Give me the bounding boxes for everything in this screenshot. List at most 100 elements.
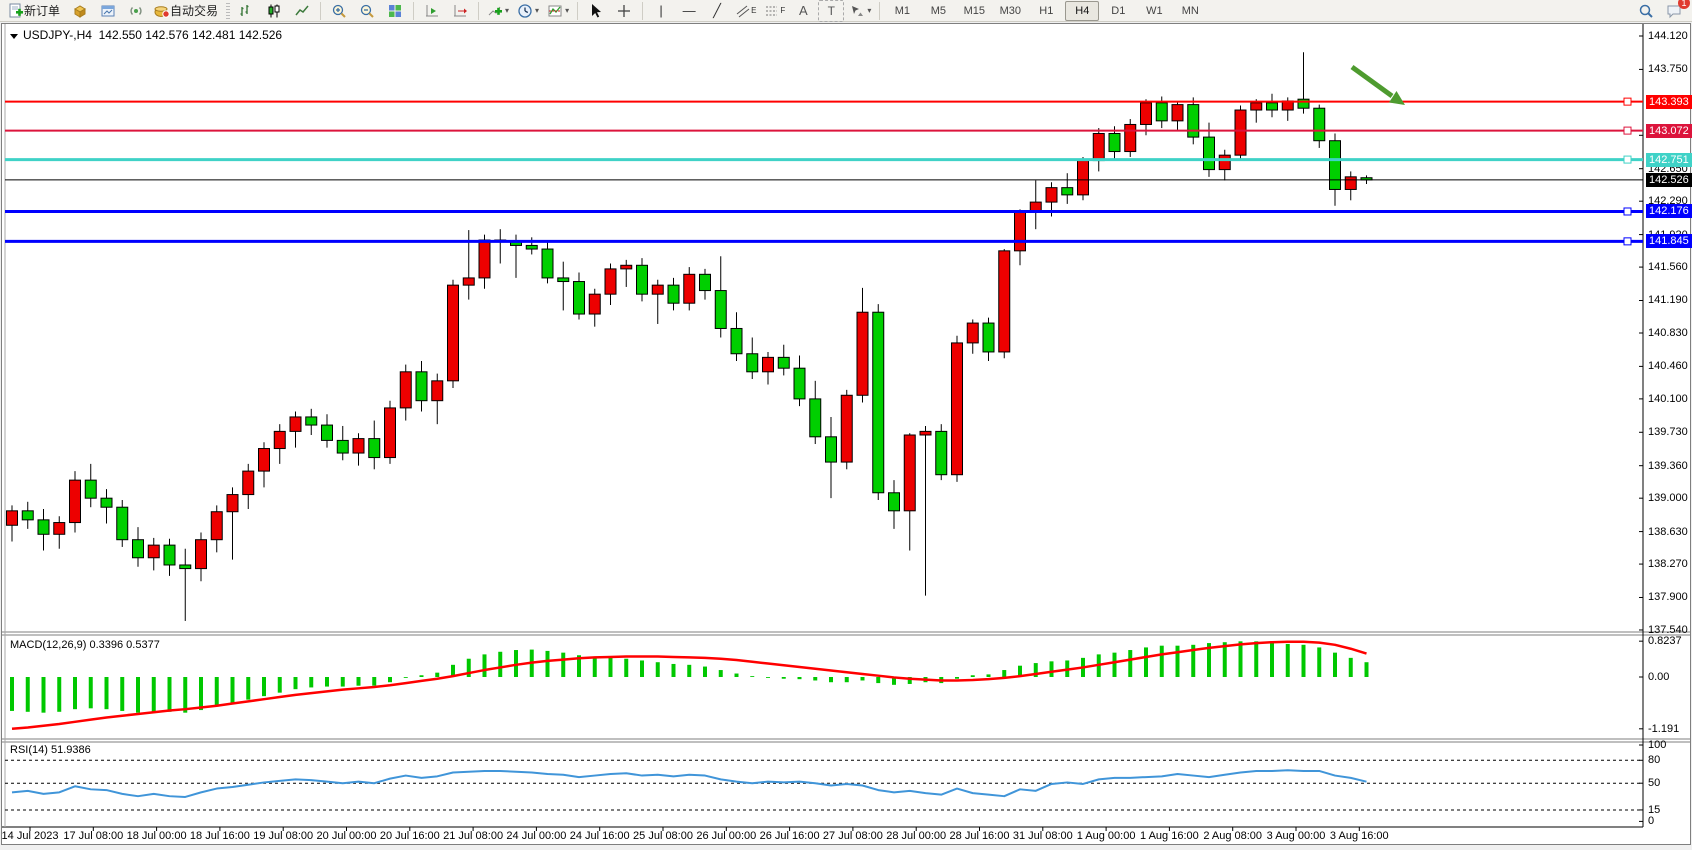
candlestick[interactable] bbox=[1267, 94, 1278, 117]
candlestick[interactable] bbox=[1219, 150, 1230, 181]
candlestick[interactable] bbox=[117, 500, 128, 547]
candlestick[interactable] bbox=[1062, 173, 1073, 204]
candle-body bbox=[70, 480, 81, 522]
candlestick[interactable] bbox=[85, 464, 96, 507]
candlestick[interactable] bbox=[778, 345, 789, 376]
candlestick[interactable] bbox=[857, 288, 868, 403]
candlestick[interactable] bbox=[133, 527, 144, 567]
candlestick[interactable] bbox=[637, 258, 648, 301]
candlestick[interactable] bbox=[259, 442, 270, 487]
candle-body bbox=[180, 565, 191, 569]
candlestick[interactable] bbox=[22, 502, 33, 529]
candlestick[interactable] bbox=[1030, 180, 1041, 229]
candlestick[interactable] bbox=[826, 417, 837, 498]
candlestick[interactable] bbox=[794, 356, 805, 407]
candlestick[interactable] bbox=[1188, 97, 1199, 144]
line-handle[interactable] bbox=[1624, 98, 1631, 105]
candlestick[interactable] bbox=[274, 424, 285, 464]
candlestick[interactable] bbox=[747, 338, 758, 380]
candlestick[interactable] bbox=[1172, 101, 1183, 130]
candle-body bbox=[684, 274, 695, 303]
candlestick[interactable] bbox=[574, 273, 585, 320]
candlestick[interactable] bbox=[1125, 119, 1136, 157]
candlestick[interactable] bbox=[920, 426, 931, 596]
candlestick[interactable] bbox=[1298, 52, 1309, 113]
candlestick[interactable] bbox=[306, 409, 317, 435]
candlestick[interactable] bbox=[684, 267, 695, 310]
candlestick[interactable] bbox=[38, 509, 49, 551]
candlestick[interactable] bbox=[180, 549, 191, 621]
candlestick[interactable] bbox=[148, 538, 159, 570]
candlestick[interactable] bbox=[605, 263, 616, 305]
candlestick[interactable] bbox=[243, 464, 254, 509]
candlestick[interactable] bbox=[290, 412, 301, 448]
candle-body bbox=[479, 240, 490, 278]
candlestick[interactable] bbox=[164, 539, 175, 576]
candlestick[interactable] bbox=[621, 260, 632, 287]
candlestick[interactable] bbox=[1345, 171, 1356, 200]
symbol-dropdown-icon[interactable] bbox=[10, 34, 18, 39]
candlestick[interactable] bbox=[715, 256, 726, 337]
candlestick[interactable] bbox=[1251, 99, 1262, 122]
candlestick[interactable] bbox=[668, 278, 679, 310]
candlestick[interactable] bbox=[1235, 106, 1246, 159]
candlestick[interactable] bbox=[700, 269, 711, 300]
macd-histogram bbox=[12, 641, 1367, 712]
candlestick[interactable] bbox=[983, 318, 994, 361]
candlestick-series[interactable] bbox=[7, 52, 1373, 621]
candle-body bbox=[1015, 211, 1026, 251]
chart-canvas[interactable] bbox=[0, 0, 1692, 850]
candlestick[interactable] bbox=[904, 433, 915, 550]
candle-body bbox=[463, 278, 474, 285]
candlestick[interactable] bbox=[999, 249, 1010, 358]
candlestick[interactable] bbox=[936, 424, 947, 480]
candlestick[interactable] bbox=[652, 280, 663, 324]
candlestick[interactable] bbox=[101, 489, 112, 523]
candlestick[interactable] bbox=[589, 289, 600, 327]
candlestick[interactable] bbox=[542, 240, 553, 283]
candlestick[interactable] bbox=[353, 433, 364, 465]
candlestick[interactable] bbox=[558, 262, 569, 311]
candlestick[interactable] bbox=[763, 352, 774, 384]
candlestick[interactable] bbox=[196, 532, 207, 581]
line-handle[interactable] bbox=[1624, 238, 1631, 245]
candlestick[interactable] bbox=[1314, 105, 1325, 148]
candle-body bbox=[22, 511, 33, 520]
candle-body bbox=[1109, 133, 1120, 151]
candlestick[interactable] bbox=[70, 471, 81, 532]
candlestick[interactable] bbox=[495, 229, 506, 263]
candlestick[interactable] bbox=[967, 319, 978, 353]
candlestick[interactable] bbox=[810, 381, 821, 444]
line-handle[interactable] bbox=[1624, 127, 1631, 134]
candlestick[interactable] bbox=[1093, 128, 1104, 171]
macd-panel-label: MACD(12,26,9) 0.3396 0.5377 bbox=[10, 639, 160, 651]
line-handle[interactable] bbox=[1624, 208, 1631, 215]
candlestick[interactable] bbox=[952, 336, 963, 482]
candlestick[interactable] bbox=[400, 365, 411, 421]
candle-body bbox=[889, 493, 900, 511]
candle-body bbox=[794, 368, 805, 399]
candlestick[interactable] bbox=[211, 505, 222, 552]
candlestick[interactable] bbox=[337, 426, 348, 460]
candlestick[interactable] bbox=[322, 414, 333, 447]
candlestick[interactable] bbox=[432, 374, 443, 425]
chart-ohlc-readout: 142.550 142.576 142.481 142.526 bbox=[99, 28, 283, 42]
candlestick[interactable] bbox=[54, 516, 65, 548]
rsi-panel-label: RSI(14) 51.9386 bbox=[10, 744, 91, 756]
candlestick[interactable] bbox=[731, 312, 742, 361]
annotation-arrow[interactable] bbox=[1352, 67, 1392, 96]
candlestick[interactable] bbox=[227, 487, 238, 559]
candlestick[interactable] bbox=[448, 280, 459, 388]
candlestick[interactable] bbox=[889, 480, 900, 529]
candlestick[interactable] bbox=[385, 401, 396, 464]
candle-body bbox=[196, 540, 207, 569]
candlestick[interactable] bbox=[1015, 209, 1026, 265]
candlestick[interactable] bbox=[841, 390, 852, 469]
line-handle[interactable] bbox=[1624, 156, 1631, 163]
candlestick[interactable] bbox=[1078, 157, 1089, 200]
candlestick[interactable] bbox=[369, 421, 380, 470]
candlestick[interactable] bbox=[1330, 133, 1341, 205]
candlestick[interactable] bbox=[873, 304, 884, 500]
candlestick[interactable] bbox=[416, 361, 427, 412]
candlestick[interactable] bbox=[7, 505, 18, 541]
